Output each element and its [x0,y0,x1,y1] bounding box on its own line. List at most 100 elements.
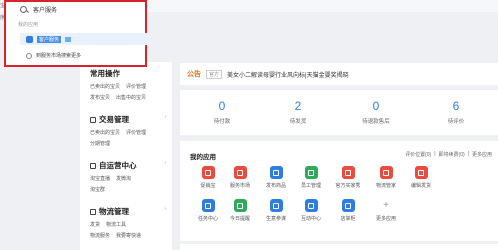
notice-tag: 官方 [206,69,223,79]
my-apps-panel: 我的应用 评价位置(0) | 即将续费(0) | 更多应用 促销宝 服务市场 发布商品 员… [180,141,498,241]
sidebar-block-logistics: 物流管理 › 发货 物流工具 物流服务 我要寄快递 [90,206,170,239]
customer-service-icon [26,35,33,43]
app-item[interactable]: 发布商品 [258,166,294,189]
sidebar-block-trade: 交易管理 › 已卖出的宝贝 评价管理 分期管理 [90,114,170,147]
sidebar-link[interactable]: 物流服务 [90,232,110,239]
stat-pending-refund[interactable]: 0 待退款售后 [346,99,406,125]
bottom-panel-edge [180,244,498,250]
sidebar: 常用操作 已卖出的宝贝 评价管理 发布宝贝 出售中的宝贝 交易管理 › 已卖出的宝贝… [80,62,172,250]
app-label: 物流管家 [375,183,396,189]
stat-pending-review[interactable]: 6 待评价 [426,99,486,125]
app-label: 服务市场 [229,183,250,189]
search-section-label: 我的应用 [18,22,39,28]
sidebar-link[interactable]: 淘宝直播 [90,175,110,182]
apps-link[interactable]: 即将续费(0) [439,151,465,158]
stat-pending-shipment[interactable]: 2 待发货 [268,99,328,125]
search-dropdown: 客户服务 我的应用 客户服务 到服务市场搜索更多 [4,0,147,67]
stat-value: 2 [294,99,302,113]
app-label: 发布商品 [265,183,286,189]
sidebar-title[interactable]: 自运营中心 [99,160,137,171]
stat-value: 0 [218,99,226,113]
stat-pending-payment[interactable]: 0 待付款 [192,99,252,125]
apps-title: 我的应用 [190,154,216,161]
sidebar-link[interactable]: 分期管理 [90,140,110,147]
stat-label: 待评价 [447,119,465,125]
apps-links: 评价位置(0) | 即将续费(0) | 更多应用 [405,151,492,158]
sidebar-link[interactable]: 评价管理 [126,129,146,136]
search-icon [20,5,27,13]
sidebar-link[interactable]: 发布宝贝 [90,94,110,101]
app-icon [233,166,247,179]
app-icon [201,199,215,212]
notice-label: 公告 [187,71,201,78]
search-result-item[interactable]: 客户服务 [20,33,147,45]
result-badge-icon [65,36,72,42]
app-label: 编辑发货 [410,183,431,189]
chevron-right-icon[interactable]: › [164,114,166,120]
sidebar-link[interactable]: 淘宝群 [90,186,105,193]
app-item[interactable]: 促销宝 [190,166,226,189]
stat-label: 待退款售后 [362,119,390,125]
app-item[interactable]: 物流管家 [368,166,404,189]
app-icon [233,199,247,212]
plus-icon: + [379,199,393,212]
search-input[interactable]: 客户服务 [20,4,57,14]
stat-label: 待发货 [289,119,307,125]
app-icon [269,166,283,179]
sidebar-link[interactable]: 发货 [90,221,100,228]
app-icon [304,166,318,179]
sidebar-link[interactable]: 发微淘 [116,175,131,182]
sidebar-title[interactable]: 物流管理 [99,206,129,217]
app-icon [341,199,355,212]
logistics-icon [90,208,96,215]
app-icon [379,166,393,179]
search-more-label: 到服务市场搜索更多 [36,53,82,59]
app-label: 任务中心 [197,216,218,222]
stat-value: 6 [452,99,460,113]
app-label: 生意参谋 [265,216,286,222]
app-item[interactable]: 互动中心 [293,199,329,222]
app-item[interactable]: 员工管理 [293,166,329,189]
chevron-right-icon[interactable]: › [164,206,166,212]
sidebar-block-common: 常用操作 已卖出的宝贝 评价管理 发布宝贝 出售中的宝贝 [90,68,146,101]
app-label: 员工管理 [300,183,321,189]
app-label: 今日提醒 [229,216,250,222]
app-item[interactable]: 任务中心 [190,199,226,222]
sidebar-link[interactable]: 物流工具 [106,221,126,228]
sidebar-link[interactable]: 已卖出的宝贝 [90,83,120,90]
order-stats-panel: 0 待付款 2 待发货 0 待退款售后 6 待评价 [180,90,498,135]
more-apps-button[interactable]: + 更多应用 [368,199,404,222]
app-item[interactable]: 今日提醒 [222,199,258,222]
app-label: 互动中心 [300,216,321,222]
apps-link[interactable]: 评价位置(0) [405,151,431,158]
notice-bar: 公告 官方 美女小二解读母婴行业风向标|天猫金婴奖揭晓 [180,63,498,85]
sidebar-block-self-operation: 自运营中心 › 淘宝直播 发微淘 淘宝群 [90,160,170,193]
app-label: 促销宝 [200,183,216,189]
notice-link[interactable]: 美女小二解读母婴行业风向标|天猫金婴奖揭晓 [227,70,349,79]
search-more-link[interactable]: 到服务市场搜索更多 [26,52,81,59]
app-icon [304,199,318,212]
app-item[interactable]: 生意参谋 [258,199,294,222]
self-operation-icon [90,162,96,169]
sidebar-link[interactable]: 我要寄快递 [116,232,141,239]
apps-link[interactable]: 更多应用 [472,151,492,158]
sidebar-link[interactable]: 已卖出的宝贝 [90,129,120,136]
search-result-label: 客户服务 [37,35,62,43]
app-icon [341,166,355,179]
app-item[interactable]: 官方买家秀 [330,166,366,189]
chevron-right-icon[interactable]: › [164,160,166,166]
app-item[interactable]: 服务市场 [222,166,258,189]
sidebar-link[interactable]: 评价管理 [126,83,146,90]
app-label: 官方买家秀 [335,183,361,189]
search-more-icon [26,52,32,59]
sidebar-title[interactable]: 交易管理 [99,114,129,125]
app-icon [414,166,428,179]
trade-icon [90,116,96,123]
stat-label: 待付款 [213,119,231,125]
app-item[interactable]: 店掌柜 [330,199,366,222]
app-icon [201,166,215,179]
search-query[interactable]: 客户服务 [33,5,57,14]
app-item[interactable]: 编辑发货 [403,166,439,189]
sidebar-link[interactable]: 出售中的宝贝 [116,94,146,101]
app-label: 更多应用 [375,216,396,222]
